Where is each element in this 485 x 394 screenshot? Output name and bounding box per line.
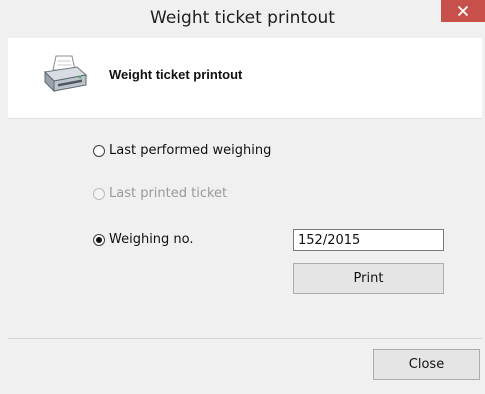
title-bar[interactable]: Weight ticket printout — [0, 0, 485, 38]
header-title: Weight ticket printout — [109, 67, 243, 82]
dialog-header: Weight ticket printout — [8, 38, 482, 119]
option-weighing-no[interactable]: Weighing no. — [93, 232, 194, 247]
label-last-performed-weighing: Last performed weighing — [109, 143, 272, 158]
window-close-button[interactable] — [441, 0, 485, 22]
radio-last-performed-weighing[interactable] — [93, 144, 105, 157]
label-weighing-no: Weighing no. — [109, 232, 194, 247]
radio-weighing-no[interactable] — [93, 233, 105, 246]
option-last-printed-ticket[interactable]: Last printed ticket — [93, 186, 227, 201]
option-last-performed-weighing[interactable]: Last performed weighing — [93, 143, 271, 158]
weighing-no-input[interactable] — [293, 229, 444, 251]
dialog-window: Weight ticket printout Weight ticket pri… — [0, 0, 485, 394]
print-button[interactable]: Print — [293, 263, 444, 294]
close-icon — [457, 5, 469, 17]
window-title: Weight ticket printout — [150, 8, 335, 28]
close-button[interactable]: Close — [373, 349, 480, 380]
radio-last-printed-ticket[interactable] — [93, 187, 105, 200]
window-frame-left — [0, 38, 8, 394]
printer-icon — [43, 55, 88, 93]
window-frame-bottom — [0, 388, 485, 394]
label-last-printed-ticket: Last printed ticket — [109, 186, 228, 201]
